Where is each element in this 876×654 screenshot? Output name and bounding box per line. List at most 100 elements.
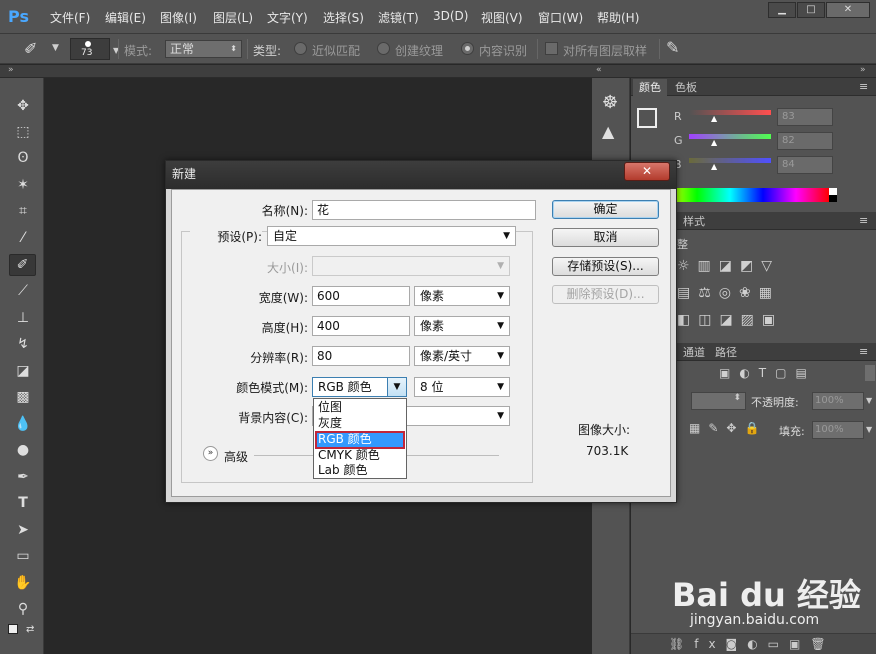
adjustment-icons-row-3[interactable]: ◧◫◪▨▣ [677,312,847,330]
zoom-tool-icon[interactable]: ⚲ [12,599,34,619]
spot-healing-brush-icon[interactable]: ✐ [24,39,37,58]
menu-file[interactable]: 文件(F) [50,9,90,26]
black-swatch[interactable] [829,195,837,202]
panel-menu-icon[interactable]: ≡ [859,345,868,358]
menu-view[interactable]: 视图(V) [481,9,523,26]
advanced-label[interactable]: 高级 [224,448,248,465]
expand-arrows-icon[interactable]: « [596,65,602,75]
pressure-icon[interactable]: ✎ [666,38,679,57]
menu-type[interactable]: 文字(Y) [267,9,308,26]
width-unit-select[interactable]: 像素 ▼ [414,286,510,306]
menu-window[interactable]: 窗口(W) [538,9,583,26]
eraser-tool-icon[interactable]: ◪ [12,361,34,381]
height-unit-select[interactable]: 像素 ▼ [414,316,510,336]
spot-healing-tool-icon[interactable]: ✐ [9,254,36,276]
tab-color[interactable]: 颜色 [633,79,667,96]
lock-icons[interactable]: ▦✎✥🔒 [689,421,779,437]
g-value-input[interactable]: 82 [777,132,833,150]
b-value-input[interactable]: 84 [777,156,833,174]
menu-3d[interactable]: 3D(D) [433,9,468,23]
color-mode-option-lab[interactable]: Lab 颜色 [316,463,404,479]
save-preset-button[interactable]: 存储预设(S)... [552,257,659,276]
fill-input[interactable]: 100% [812,421,864,439]
crop-tool-icon[interactable]: ⌗ [12,201,34,221]
tab-paths[interactable]: 路径 [709,344,743,361]
ok-button[interactable]: 确定 [552,200,659,219]
slider-g-track[interactable] [689,134,771,139]
color-mode-option-grayscale[interactable]: 灰度 [316,416,404,432]
slider-r-track[interactable] [689,110,771,115]
blur-tool-icon[interactable]: 💧 [12,414,34,434]
tab-swatches[interactable]: 色板 [669,79,703,96]
minimize-button[interactable]: ▁ [768,2,796,18]
stamp-tool-icon[interactable]: ⊥ [12,308,34,328]
type-tool-icon[interactable]: T [12,493,34,513]
chevron-down-icon[interactable]: ▼ [866,425,872,434]
blend-mode-select[interactable]: ⬍ [691,392,746,410]
tab-styles[interactable]: 样式 [677,213,711,230]
tab-channels[interactable]: 通道 [677,344,711,361]
menu-filter[interactable]: 滤镜(T) [378,9,419,26]
chevron-down-icon[interactable]: ▼ [52,43,59,53]
dialog-close-button[interactable]: ✕ [624,162,670,181]
adjustment-icons-row-2[interactable]: ▤⚖◎❀▦ [677,285,847,303]
navigator-icon[interactable]: ☸ [602,92,618,113]
r-value-input[interactable]: 83 [777,108,833,126]
brush-preset-picker[interactable]: 73 [70,38,110,60]
slider-thumb-icon[interactable]: ▲ [711,114,717,123]
marquee-tool-icon[interactable]: ⬚ [12,122,34,142]
sample-all-layers-label[interactable]: 对所有图层取样 [563,42,647,59]
histogram-icon[interactable]: ▲ [602,122,614,141]
pen-tool-icon[interactable]: ✒ [12,467,34,487]
lasso-tool-icon[interactable]: ʘ [12,148,34,168]
menu-help[interactable]: 帮助(H) [597,9,639,26]
layers-bottom-bar[interactable]: ⛓fx◙◐▭▣🗑 [631,633,876,654]
shape-tool-icon[interactable]: ▭ [12,546,34,566]
slider-thumb-icon[interactable]: ▲ [711,138,717,147]
preset-select[interactable]: 自定 ▼ [267,226,516,246]
advanced-expand-icon[interactable]: » [203,446,218,461]
default-colors-icon[interactable] [8,624,18,634]
menu-image[interactable]: 图像(I) [160,9,197,26]
magic-wand-tool-icon[interactable]: ✶ [12,175,34,195]
path-selection-tool-icon[interactable]: ➤ [12,520,34,540]
height-input[interactable]: 400 [312,316,410,336]
color-mode-dropdown-arrow[interactable]: ▼ [387,377,407,397]
color-mode-option-rgb[interactable]: RGB 颜色 [315,431,405,449]
window-close-button[interactable]: ✕ [826,2,870,18]
name-input[interactable]: 花 [312,200,536,220]
collapse-arrows-icon[interactable]: » [860,65,866,75]
panel-menu-icon[interactable]: ≡ [859,80,868,93]
chevron-down-icon[interactable]: ▼ [866,396,872,405]
color-mode-option-cmyk[interactable]: CMYK 颜色 [316,448,404,464]
type-option-texture[interactable]: 创建纹理 [395,42,443,59]
mode-select[interactable]: 正常 ⬍ [165,40,242,58]
layer-filter-icons[interactable]: ▣◐T▢▤ [719,366,869,382]
adjustment-icons-row-1[interactable]: ☼▥◪◩▽ [677,258,847,276]
color-mode-option-bitmap[interactable]: 位图 [316,400,404,416]
radio-create-texture[interactable] [377,42,390,55]
radio-content-aware[interactable] [461,42,474,55]
menu-layer[interactable]: 图层(L) [213,9,253,26]
resolution-unit-select[interactable]: 像素/英寸 ▼ [414,346,510,366]
resolution-input[interactable]: 80 [312,346,410,366]
expand-arrows-icon[interactable]: » [8,65,14,75]
foreground-color-swatch[interactable] [637,108,657,128]
swap-colors-icon[interactable]: ⇄ [26,624,34,635]
brush-tool-icon[interactable]: ⟋ [12,281,34,301]
opacity-input[interactable]: 100% [812,392,864,410]
width-input[interactable]: 600 [312,286,410,306]
maximize-button[interactable]: □ [797,2,825,18]
hand-tool-icon[interactable]: ✋ [12,573,34,593]
panel-menu-icon[interactable]: ≡ [859,214,868,227]
sample-all-layers-checkbox[interactable] [545,42,558,55]
color-mode-select[interactable]: RGB 颜色 [312,377,388,397]
type-option-content-aware[interactable]: 内容识别 [479,42,527,59]
dodge-tool-icon[interactable]: ● [12,440,34,460]
bit-depth-select[interactable]: 8 位 ▼ [414,377,510,397]
menu-select[interactable]: 选择(S) [323,9,364,26]
slider-b-track[interactable] [689,158,771,163]
radio-proximity-match[interactable] [294,42,307,55]
type-option-proximity[interactable]: 近似匹配 [312,42,360,59]
filter-toggle[interactable] [865,365,875,381]
